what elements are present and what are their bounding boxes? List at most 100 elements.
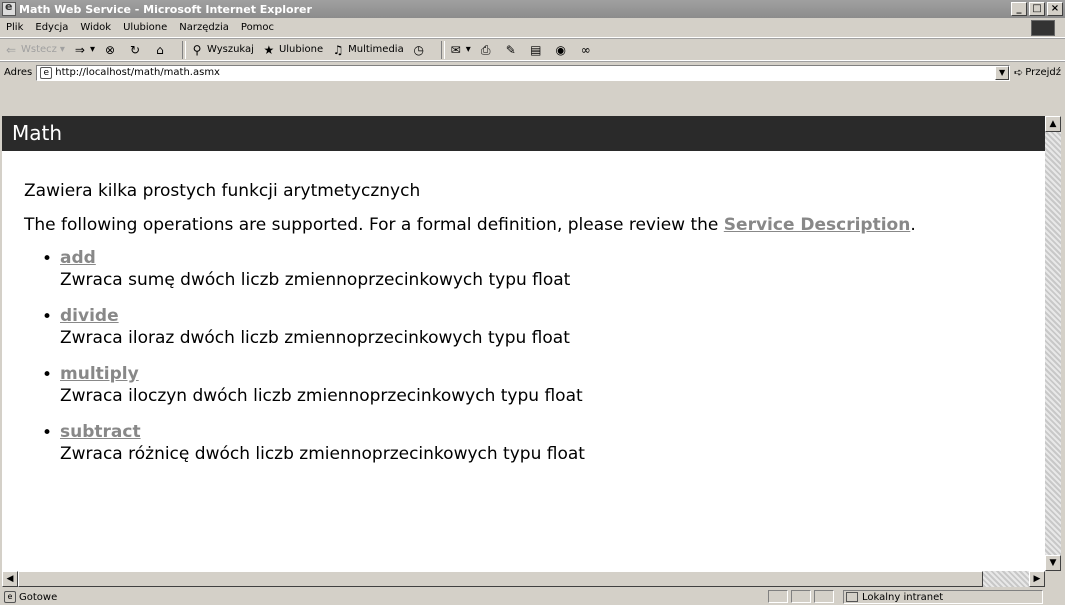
page-status-icon: e [4, 591, 16, 603]
back-button[interactable]: ⇐ Wstecz ▾ [4, 43, 65, 57]
favorites-icon: ★ [263, 42, 275, 57]
scroll-left-icon[interactable]: ◀ [2, 571, 18, 587]
multimedia-icon: ♫ [332, 42, 344, 57]
service-description-link[interactable]: Service Description [724, 215, 911, 235]
address-dropdown-icon[interactable]: ▼ [995, 65, 1010, 80]
research-button[interactable]: ∞ [579, 43, 596, 57]
operation-link-subtract[interactable]: subtract [60, 421, 1023, 443]
minimize-button[interactable]: _ [1011, 2, 1027, 16]
operation-description: Zwraca sumę dwóch liczb zmiennoprzecinko… [60, 270, 571, 290]
back-dropdown-icon: ▾ [59, 44, 65, 55]
horizontal-scroll-thumb[interactable] [18, 571, 983, 587]
stop-button[interactable]: ⊗ [103, 43, 120, 57]
menu-bar: Plik Edycja Widok Ulubione Narzędzia Pom… [0, 18, 1065, 38]
multimedia-button[interactable]: ♫ Multimedia [331, 43, 404, 57]
history-icon: ◷ [413, 42, 424, 57]
back-label: Wstecz [21, 44, 57, 55]
operation-description: Zwraca iloraz dwóch liczb zmiennoprzecin… [60, 328, 570, 348]
status-bar: e Gotowe Lokalny intranet [0, 589, 1065, 605]
menu-view[interactable]: Widok [74, 22, 117, 33]
back-arrow-icon: ⇐ [5, 42, 17, 57]
page-header: Math [2, 116, 1045, 151]
mail-button[interactable]: ✉ ▾ [449, 43, 471, 57]
window-controls: _ □ × [1011, 2, 1063, 16]
forward-arrow-icon: ⇒ [74, 42, 85, 57]
status-cell [791, 590, 811, 603]
messenger-button[interactable]: ◉ [554, 43, 571, 57]
operation-description: Zwraca różnicę dwóch liczb zmiennoprzeci… [60, 444, 585, 464]
discuss-icon: ▤ [530, 42, 542, 57]
service-description-text: Zawiera kilka prostych funkcji arytmetyc… [24, 181, 421, 201]
close-button[interactable]: × [1047, 2, 1063, 16]
refresh-button[interactable]: ↻ [128, 43, 145, 57]
windows-logo-icon [1031, 20, 1055, 36]
discuss-button[interactable]: ▤ [529, 43, 546, 57]
address-label: Adres [4, 67, 33, 78]
menu-favorites[interactable]: Ulubione [117, 22, 173, 33]
security-zone[interactable]: Lokalny intranet [843, 590, 1043, 604]
messenger-icon: ◉ [555, 42, 566, 57]
list-item: subtract Zwraca różnicę dwóch liczb zmie… [24, 421, 1023, 465]
toolbar-separator [440, 40, 445, 59]
edit-icon: ✎ [505, 42, 516, 57]
history-button[interactable]: ◷ [412, 43, 429, 57]
zone-label: Lokalny intranet [862, 591, 944, 603]
list-item: multiply Zwraca iloczyn dwóch liczb zmie… [24, 363, 1023, 407]
scroll-down-icon[interactable]: ▼ [1045, 555, 1061, 571]
operation-description: Zwraca iloczyn dwóch liczb zmiennoprzeci… [60, 386, 583, 406]
search-button[interactable]: ⚲ Wyszukaj [190, 43, 254, 57]
home-icon: ⌂ [156, 42, 164, 57]
address-bar: Adres e http://localhost/math/math.asmx … [0, 61, 1065, 83]
scroll-right-icon[interactable]: ▶ [1029, 571, 1045, 587]
status-cell [768, 590, 788, 603]
status-cells [768, 590, 834, 603]
list-item: divide Zwraca iloraz dwóch liczb zmienno… [24, 305, 1023, 349]
mail-dropdown-icon: ▾ [465, 44, 471, 55]
print-button[interactable]: ⎙ [479, 43, 496, 57]
maximize-button[interactable]: □ [1029, 2, 1045, 16]
go-button[interactable]: ➪ Przejdź [1014, 66, 1061, 79]
page-icon: e [40, 66, 53, 79]
intranet-icon [846, 592, 858, 602]
operations-intro-end: . [910, 215, 916, 235]
research-icon: ∞ [580, 42, 591, 57]
horizontal-scrollbar[interactable]: ◀ ▶ [2, 571, 1045, 587]
status-text: Gotowe [19, 591, 58, 603]
operation-link-add[interactable]: add [60, 247, 1023, 269]
title-bar[interactable]: Math Web Service - Microsoft Internet Ex… [0, 0, 1065, 18]
window-title: Math Web Service - Microsoft Internet Ex… [19, 2, 312, 16]
address-url: http://localhost/math/math.asmx [55, 67, 220, 78]
operations-intro-text: The following operations are supported. … [24, 215, 724, 235]
favorites-button[interactable]: ★ Ulubione [262, 42, 324, 57]
operations-intro: The following operations are supported. … [24, 213, 1023, 237]
scroll-up-icon[interactable]: ▲ [1045, 116, 1061, 132]
page-content: Zawiera kilka prostych funkcji arytmetyc… [2, 151, 1045, 571]
operation-link-divide[interactable]: divide [60, 305, 1023, 327]
refresh-icon: ↻ [129, 42, 141, 57]
go-label: Przejdź [1025, 67, 1061, 78]
address-input[interactable]: e http://localhost/math/math.asmx ▼ [36, 64, 1011, 81]
forward-dropdown-icon: ▾ [89, 44, 95, 55]
menu-help[interactable]: Pomoc [235, 22, 280, 33]
menu-file[interactable]: Plik [0, 22, 29, 33]
home-button[interactable]: ⌂ [153, 43, 170, 57]
list-item: add Zwraca sumę dwóch liczb zmiennoprzec… [24, 247, 1023, 291]
operation-link-multiply[interactable]: multiply [60, 363, 1023, 385]
edit-button[interactable]: ✎ [504, 43, 521, 57]
forward-button[interactable]: ⇒ ▾ [73, 43, 95, 57]
multimedia-label: Multimedia [348, 44, 404, 55]
menu-edit[interactable]: Edycja [29, 22, 74, 33]
menu-tools[interactable]: Narzędzia [173, 22, 235, 33]
vertical-scrollbar[interactable]: ▲ ▼ [1045, 116, 1061, 571]
stop-icon: ⊗ [104, 42, 116, 57]
toolbar-separator [181, 40, 186, 59]
search-icon: ⚲ [192, 42, 202, 57]
go-arrow-icon: ➪ [1014, 66, 1024, 79]
mail-icon: ✉ [450, 42, 461, 57]
toolbar: ⇐ Wstecz ▾ ⇒ ▾ ⊗ ↻ ⌂ ⚲ Wyszukaj ★ Ulubio… [0, 38, 1065, 61]
operations-list: add Zwraca sumę dwóch liczb zmiennoprzec… [24, 247, 1023, 465]
ie-logo-icon [2, 0, 16, 16]
print-icon: ⎙ [480, 42, 491, 57]
search-label: Wyszukaj [206, 44, 254, 55]
status-cell [814, 590, 834, 603]
